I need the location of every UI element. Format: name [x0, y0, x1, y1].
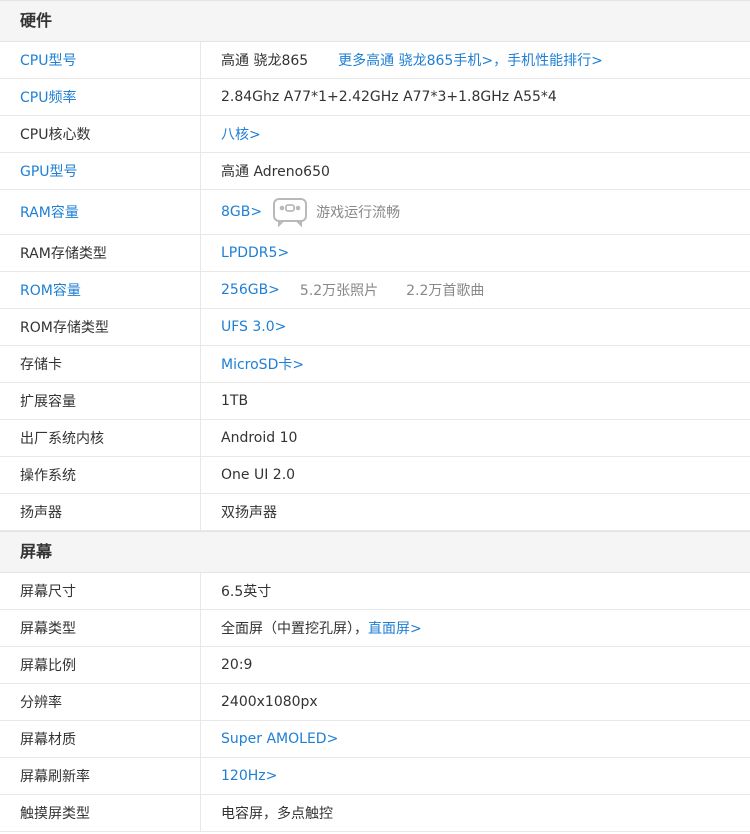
spec-row-cpu-cores: CPU核心数 八核> [0, 116, 750, 153]
spec-row-storage-card: 存储卡 MicroSD卡> [0, 346, 750, 383]
rom-type-link[interactable]: UFS 3.0> [221, 319, 286, 335]
ram-game-note: 游戏运行流畅 [316, 205, 401, 221]
spec-label-speaker: 扬声器 [0, 494, 201, 530]
spec-label-os: 操作系统 [0, 457, 201, 493]
spec-row-kernel: 出厂系统内核 Android 10 [0, 420, 750, 457]
spec-value-storage-card: MicroSD卡> [201, 346, 750, 382]
spec-value-screen-type: 全面屏（中置挖孔屏）， 直面屏> [201, 610, 750, 646]
spec-value-ram-type: LPDDR5> [201, 235, 750, 271]
spec-value-cpu-cores: 八核> [201, 116, 750, 152]
spec-value-rom: 256GB> 5.2万张照片 2.2万首歌曲 [201, 272, 750, 308]
spec-row-cpu-frequency: CPU频率 2.84Ghz A77*1+2.42GHz A77*3+1.8GHz… [0, 79, 750, 116]
spec-value-kernel: Android 10 [221, 430, 298, 446]
spec-row-refresh-rate: 屏幕刷新率 120Hz> [0, 758, 750, 795]
spec-value-resolution: 2400x1080px [221, 694, 318, 710]
spec-value-ram: 8GB> 游戏运行流畅 [201, 190, 750, 234]
spec-row-cpu-model: CPU型号 高通 骁龙865 更多高通 骁龙865手机> ， 手机性能排行> [0, 42, 750, 79]
cpu-model-separator: ， [493, 53, 508, 69]
ram-capacity-link[interactable]: 8GB> [221, 204, 262, 220]
storage-card-link[interactable]: MicroSD卡> [221, 354, 304, 374]
spec-label-cpu-frequency[interactable]: CPU频率 [0, 79, 201, 115]
spec-label-ram-type: RAM存储类型 [0, 235, 201, 271]
spec-row-resolution: 分辨率 2400x1080px [0, 684, 750, 721]
spec-row-screen-type: 屏幕类型 全面屏（中置挖孔屏）， 直面屏> [0, 610, 750, 647]
spec-value-screen-size: 6.5英寸 [221, 584, 272, 600]
spec-label-gpu[interactable]: GPU型号 [0, 153, 201, 189]
spec-value-touch-type: 电容屏，多点触控 [221, 806, 333, 822]
section-title-hardware: 硬件 [0, 0, 750, 42]
gamepad-icon [272, 197, 308, 227]
spec-value-speaker: 双扬声器 [221, 505, 277, 521]
cpu-more-phones-link[interactable]: 更多高通 骁龙865手机> [338, 50, 493, 70]
screen-section: 屏幕 屏幕尺寸 6.5英寸 屏幕类型 全面屏（中置挖孔屏）， 直面屏> 屏幕比例… [0, 531, 750, 832]
spec-label-cpu-cores: CPU核心数 [0, 116, 201, 152]
rom-songs-note: 2.2万首歌曲 [406, 283, 485, 299]
ram-type-link[interactable]: LPDDR5> [221, 245, 289, 261]
cpu-performance-rank-link[interactable]: 手机性能排行> [507, 50, 603, 70]
spec-value-os: One UI 2.0 [221, 467, 296, 483]
spec-value-screen-material: Super AMOLED> [201, 721, 750, 757]
spec-label-touch-type: 触摸屏类型 [0, 795, 201, 831]
spec-value-gpu: 高通 Adreno650 [221, 164, 330, 180]
spec-label-ram[interactable]: RAM容量 [0, 190, 201, 234]
spec-row-ram-type: RAM存储类型 LPDDR5> [0, 235, 750, 272]
spec-row-os: 操作系统 One UI 2.0 [0, 457, 750, 494]
spec-row-expand-capacity: 扩展容量 1TB [0, 383, 750, 420]
cpu-cores-link[interactable]: 八核> [221, 124, 261, 144]
spec-row-screen-material: 屏幕材质 Super AMOLED> [0, 721, 750, 758]
spec-label-rom-type: ROM存储类型 [0, 309, 201, 345]
spec-row-screen-size: 屏幕尺寸 6.5英寸 [0, 573, 750, 610]
spec-label-expand-capacity: 扩展容量 [0, 383, 201, 419]
rom-capacity-link[interactable]: 256GB> [221, 282, 280, 298]
spec-value-expand-capacity: 1TB [221, 393, 249, 409]
spec-row-rom-type: ROM存储类型 UFS 3.0> [0, 309, 750, 346]
section-title-screen: 屏幕 [0, 531, 750, 573]
spec-label-storage-card: 存储卡 [0, 346, 201, 382]
spec-label-screen-size: 屏幕尺寸 [0, 573, 201, 609]
spec-row-speaker: 扬声器 双扬声器 [0, 494, 750, 531]
hardware-section: 硬件 CPU型号 高通 骁龙865 更多高通 骁龙865手机> ， 手机性能排行… [0, 0, 750, 531]
spec-label-rom[interactable]: ROM容量 [0, 272, 201, 308]
screen-type-link[interactable]: 直面屏> [368, 618, 422, 638]
spec-value-rom-type: UFS 3.0> [201, 309, 750, 345]
spec-value-cpu-model: 高通 骁龙865 更多高通 骁龙865手机> ， 手机性能排行> [201, 42, 750, 78]
rom-photos-note: 5.2万张照片 [299, 283, 379, 299]
spec-label-screen-material: 屏幕材质 [0, 721, 201, 757]
spec-value-refresh-rate: 120Hz> [201, 758, 750, 794]
spec-label-cpu-model[interactable]: CPU型号 [0, 42, 201, 78]
spec-row-screen-ratio: 屏幕比例 20:9 [0, 647, 750, 684]
spec-row-gpu: GPU型号 高通 Adreno650 [0, 153, 750, 190]
spec-row-ram: RAM容量 8GB> 游戏运行流畅 [0, 190, 750, 235]
spec-label-screen-type: 屏幕类型 [0, 610, 201, 646]
cpu-model-text: 高通 骁龙865 [221, 53, 309, 69]
spec-value-cpu-frequency: 2.84Ghz A77*1+2.42GHz A77*3+1.8GHz A55*4 [221, 89, 557, 105]
screen-type-text: 全面屏（中置挖孔屏）， [221, 621, 368, 637]
spec-label-resolution: 分辨率 [0, 684, 201, 720]
spec-label-kernel: 出厂系统内核 [0, 420, 201, 456]
screen-material-link[interactable]: Super AMOLED> [221, 731, 338, 747]
spec-label-refresh-rate: 屏幕刷新率 [0, 758, 201, 794]
spec-row-rom: ROM容量 256GB> 5.2万张照片 2.2万首歌曲 [0, 272, 750, 309]
refresh-rate-link[interactable]: 120Hz> [221, 768, 277, 784]
spec-label-screen-ratio: 屏幕比例 [0, 647, 201, 683]
spec-value-screen-ratio: 20:9 [221, 657, 253, 673]
spec-row-touch-type: 触摸屏类型 电容屏，多点触控 [0, 795, 750, 832]
